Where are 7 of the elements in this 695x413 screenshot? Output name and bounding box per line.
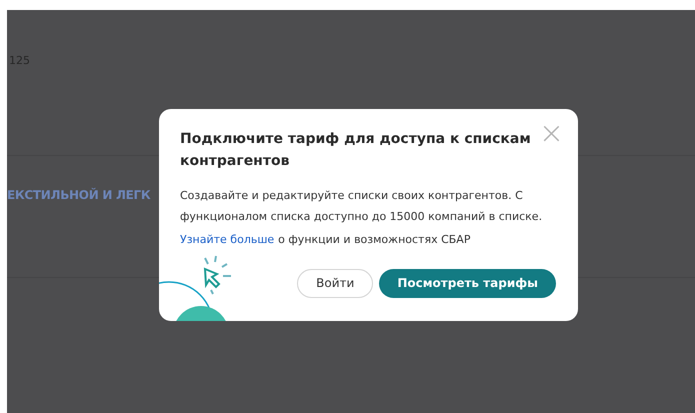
view-tariffs-button[interactable]: Посмотреть тарифы: [379, 268, 556, 298]
description-text: Создавайте и редактируйте списки своих контрагентов. С функционалом списка доступно до 15000 компаний в списке.: [180, 188, 544, 225]
dialog-title: Подключите тариф для доступа к спискам контрагентов: [180, 130, 532, 171]
login-button[interactable]: Войти: [297, 268, 374, 298]
learn-more-link[interactable]: Узнайте больше: [180, 232, 274, 248]
row-title: ЕКСТИЛЬНОЙ И ЛЕГК: [7, 188, 150, 202]
link-suffix-text: о функции и возможностях СБАР: [278, 232, 470, 248]
